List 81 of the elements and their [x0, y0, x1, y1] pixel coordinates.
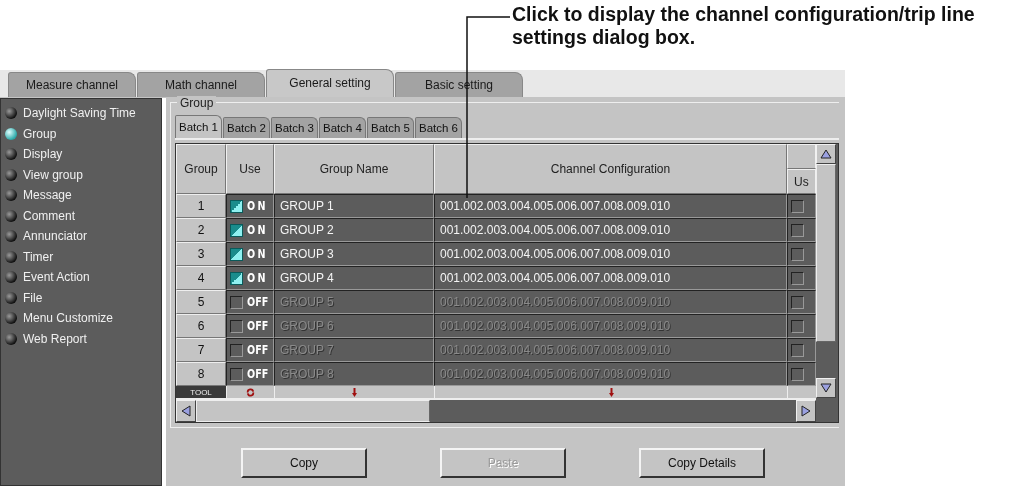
sidebar-item[interactable]: Event Action: [1, 267, 161, 288]
checkbox[interactable]: [791, 223, 804, 237]
batch-tab[interactable]: Batch 1: [175, 115, 222, 138]
sidebar-item[interactable]: Daylight Saving Time: [1, 103, 161, 124]
tool-label: TOOL: [176, 386, 226, 398]
tab[interactable]: Math channel: [137, 72, 265, 97]
checkbox[interactable]: [230, 271, 243, 285]
batch-tab[interactable]: Batch 5: [367, 117, 414, 138]
refresh-icon[interactable]: [246, 387, 255, 397]
sidebar-item[interactable]: Menu Customize: [1, 308, 161, 329]
batch-tab[interactable]: Batch 3: [271, 117, 318, 138]
sidebar-item[interactable]: Message: [1, 185, 161, 206]
row-number: 2: [176, 218, 226, 242]
use-toggle[interactable]: OFF: [226, 362, 274, 386]
callout-text: Click to display the channel configuration/trip line settings dialog box.: [512, 3, 976, 49]
action-button[interactable]: Copy Details: [639, 448, 765, 478]
row-number: 1: [176, 194, 226, 218]
channel-config-cell[interactable]: 001.002.003.004.005.006.007.008.009.010: [434, 194, 787, 218]
column-header: Group: [176, 144, 226, 194]
use-toggle[interactable]: OFF: [226, 338, 274, 362]
row-number: 6: [176, 314, 226, 338]
down-arrow-icon[interactable]: [608, 387, 614, 397]
use-toggle[interactable]: ON: [226, 218, 274, 242]
row-number: 8: [176, 362, 226, 386]
sidebar-item[interactable]: Web Report: [1, 328, 161, 349]
batch-tab[interactable]: Batch 2: [223, 117, 270, 138]
sidebar-item[interactable]: File: [1, 287, 161, 308]
use-toggle[interactable]: OFF: [226, 314, 274, 338]
vertical-scrollbar[interactable]: [816, 144, 836, 398]
tab[interactable]: General setting: [266, 69, 394, 97]
checkbox[interactable]: [230, 199, 243, 213]
use-toggle[interactable]: ON: [226, 266, 274, 290]
row-number: 4: [176, 266, 226, 290]
column-header: Us: [787, 169, 816, 194]
use-toggle[interactable]: ON: [226, 194, 274, 218]
sidebar-item[interactable]: Group: [1, 123, 161, 144]
tab[interactable]: Measure channel: [8, 72, 136, 97]
checkbox[interactable]: [230, 319, 243, 333]
action-button[interactable]: Copy: [241, 448, 367, 478]
left-arrow-icon[interactable]: [181, 405, 191, 417]
channel-config-cell[interactable]: 001.002.003.004.005.006.007.008.009.010: [434, 218, 787, 242]
sidebar-item[interactable]: Timer: [1, 246, 161, 267]
down-arrow-icon[interactable]: [820, 383, 832, 393]
channel-config-cell[interactable]: 001.002.003.004.005.006.007.008.009.010: [434, 266, 787, 290]
use-toggle[interactable]: ON: [226, 242, 274, 266]
row-number: 3: [176, 242, 226, 266]
checkbox[interactable]: [791, 271, 804, 285]
group-name-cell[interactable]: GROUP 2: [274, 218, 434, 242]
checkbox[interactable]: [791, 199, 804, 213]
group-name-cell[interactable]: GROUP 1: [274, 194, 434, 218]
checkbox[interactable]: [791, 319, 804, 333]
checkbox[interactable]: [230, 367, 243, 381]
column-header: Channel Configuration: [434, 144, 787, 194]
sidebar-item[interactable]: Comment: [1, 205, 161, 226]
frame-title: Group: [177, 96, 217, 110]
right-arrow-icon[interactable]: [801, 405, 811, 417]
group-name-cell[interactable]: GROUP 4: [274, 266, 434, 290]
checkbox[interactable]: [791, 295, 804, 309]
sidebar-item[interactable]: View group: [1, 164, 161, 185]
checkbox[interactable]: [230, 295, 243, 309]
row-number: 7: [176, 338, 226, 362]
checkbox[interactable]: [230, 247, 243, 261]
batch-tab[interactable]: Batch 6: [415, 117, 462, 138]
sidebar-item[interactable]: Display: [1, 144, 161, 165]
use-toggle[interactable]: OFF: [226, 290, 274, 314]
column-header: Use: [226, 144, 274, 194]
checkbox[interactable]: [230, 223, 243, 237]
checkbox[interactable]: [230, 343, 243, 357]
down-arrow-icon[interactable]: [352, 387, 357, 397]
row-number: 5: [176, 290, 226, 314]
checkbox[interactable]: [791, 367, 804, 381]
batch-tab[interactable]: Batch 4: [319, 117, 366, 138]
channel-config-cell[interactable]: 001.002.003.004.005.006.007.008.009.010: [434, 242, 787, 266]
header-cell: [787, 144, 816, 169]
column-header: Group Name: [274, 144, 434, 194]
sidebar-item[interactable]: Annunciator: [1, 226, 161, 247]
group-name-cell[interactable]: GROUP 3: [274, 242, 434, 266]
checkbox[interactable]: [791, 343, 804, 357]
checkbox[interactable]: [791, 247, 804, 261]
up-arrow-icon[interactable]: [820, 149, 832, 159]
horizontal-scrollbar[interactable]: [176, 398, 816, 422]
